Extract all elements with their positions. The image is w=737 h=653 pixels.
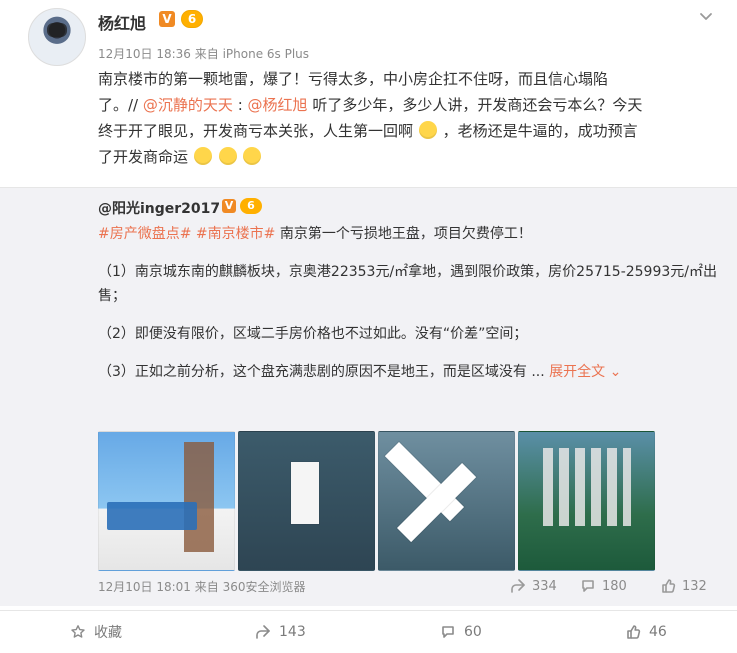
star-icon (71, 625, 85, 638)
share-button[interactable]: 143 (255, 621, 306, 643)
level-badge: 6 (181, 10, 203, 28)
repost-actions: 334 180 132 (510, 576, 720, 596)
repost-text: #房产微盘点# #南京楼市# 南京第一个亏损地王盘，项目欠费停工！ （1）南京城… (98, 222, 718, 398)
favorite-label: 收藏 (94, 625, 122, 641)
emoji-icon (193, 147, 212, 165)
chevron-down-icon-svg (700, 13, 712, 20)
repost-level-badge: 6 (240, 198, 262, 214)
post-text-suffix: 听了多少年，多少人讲，开发商还会亏本么？今天 (312, 96, 643, 114)
repost-comment-button[interactable]: 180 (580, 576, 627, 596)
post-text-line-3-suffix: ，老杨还是牛逼的，成功预言 (442, 122, 638, 140)
post-meta: 12月10日 18:36 来自 iPhone 6s Plus (98, 47, 310, 61)
like-button[interactable]: 46 (625, 621, 667, 643)
repost-verified-badge: V (222, 199, 236, 213)
post-text-line-3: 终于开了眼见，开发商亏本关张，人生第一回啊 ，老杨还是牛逼的，成功预言 (98, 118, 718, 144)
repost-like-button[interactable]: 132 (660, 576, 707, 596)
share-icon (256, 625, 270, 639)
comment-count: 60 (464, 624, 482, 640)
repost-meta: 12月10日 18:01 来自 360安全浏览器 (98, 580, 306, 594)
chevron-down-icon[interactable] (698, 8, 714, 24)
post-text-line-2: 了。// @沉静的天天 : @杨红旭 听了多少年，多少人讲，开发商还会亏本么？今… (98, 92, 718, 118)
emoji-icon (218, 147, 237, 165)
mention-link[interactable]: @沉静的天天 (143, 96, 233, 114)
thumbnail-image[interactable] (518, 431, 655, 571)
post-username[interactable]: 杨红旭 (98, 10, 146, 34)
thumbnail-image[interactable] (238, 431, 375, 571)
post-text-prefix: 了。// (98, 96, 139, 114)
comment-button[interactable]: 60 (440, 621, 482, 643)
image-gallery (98, 431, 658, 571)
post-text-line-1: 南京楼市的第一颗地雷，爆了！亏得太多，中小房企扛不住呀，而且信心塌陷 (98, 70, 609, 88)
share-icon (511, 579, 525, 593)
comment-icon (582, 580, 594, 592)
bottom-action-bar: 收藏 143 60 46 (0, 610, 737, 653)
repost-paragraph-2: （2）即便没有限价，区域二手房价格也不过如此。没有“价差”空间； (98, 326, 528, 342)
like-count: 46 (649, 624, 667, 640)
repost-username[interactable]: @阳光inger2017 (98, 198, 220, 218)
repost-paragraph-1: （1）南京城东南的麒麟板块，京奥港22353元/㎡拿地，遇到限价政策，房价257… (98, 264, 717, 304)
share-count: 143 (279, 624, 306, 640)
repost-headline: #房产微盘点# #南京楼市# 南京第一个亏损地王盘，项目欠费停工！ (98, 222, 718, 246)
chevron-down-icon[interactable]: ⌄ (610, 364, 622, 380)
repost-share-count: 334 (532, 578, 557, 594)
emoji-icon (418, 121, 437, 139)
post-text-line-3-text: 终于开了眼见，开发商亏本关张，人生第一回啊 (98, 122, 414, 140)
favorite-button[interactable]: 收藏 (70, 621, 122, 643)
repost-comment-count: 180 (602, 578, 627, 594)
comment-icon (442, 626, 454, 638)
repost-like-count: 132 (682, 578, 707, 594)
verified-badge: V (159, 11, 175, 27)
post-text-line-4-text: 了开发商命运 (98, 148, 189, 166)
mention-link[interactable]: @杨红旭 (248, 96, 308, 114)
hashtag-link[interactable]: #房产微盘点# (98, 226, 191, 242)
avatar[interactable] (28, 8, 86, 66)
hashtag-link[interactable]: #南京楼市# (196, 226, 275, 242)
repost-share-button[interactable]: 334 (510, 576, 557, 596)
repost-paragraph-3: （3）正如之前分析，这个盘充满悲剧的原因不是地王，而是区域没有 ... 展开全文… (98, 360, 718, 384)
like-icon (627, 625, 641, 639)
repost-headline-text: 南京第一个亏损地王盘，项目欠费停工！ (279, 226, 532, 242)
like-icon (662, 579, 676, 593)
repost-paragraph-3-text: （3）正如之前分析，这个盘充满悲剧的原因不是地王，而是区域没有 ... (98, 364, 545, 380)
thumbnail-image[interactable] (98, 431, 235, 571)
expand-link[interactable]: 展开全文 (549, 364, 605, 380)
emoji-icon (243, 147, 262, 165)
post-text-colon: : (237, 96, 243, 114)
post-text-line-4: 了开发商命运 (98, 144, 718, 170)
post-text: 南京楼市的第一颗地雷，爆了！亏得太多，中小房企扛不住呀，而且信心塌陷 了。// … (98, 66, 718, 170)
thumbnail-image[interactable] (378, 431, 515, 571)
